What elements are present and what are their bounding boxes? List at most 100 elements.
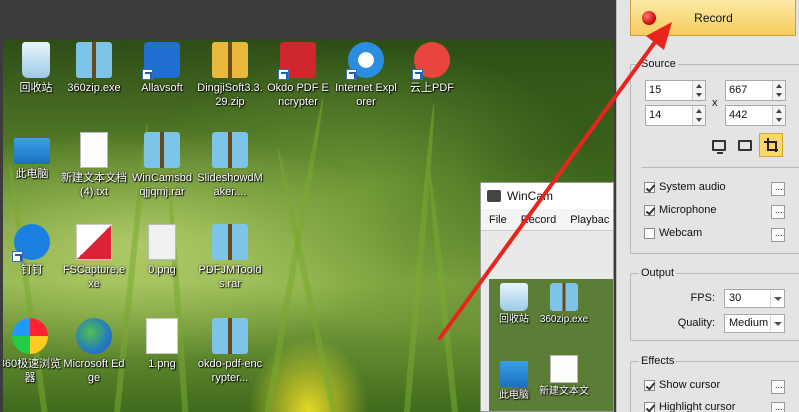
show-cursor-checkbox[interactable]: Show cursor bbox=[644, 379, 720, 391]
show-cursor-options-button[interactable] bbox=[771, 380, 785, 394]
shortcut-arrow-icon bbox=[278, 69, 289, 80]
fullscreen-source-button[interactable] bbox=[707, 133, 731, 157]
checkbox-checked-icon bbox=[644, 401, 655, 412]
desktop-icon-label: Okdo PDF Encrypter bbox=[267, 82, 329, 108]
360zip-icon bbox=[76, 42, 112, 78]
png-file-icon bbox=[146, 318, 178, 354]
nested-menu-bar: File Record Playbac bbox=[481, 209, 613, 231]
desktop-icon[interactable]: PDFJMToolds.rar bbox=[197, 224, 263, 291]
system-audio-checkbox[interactable]: System audio bbox=[644, 181, 726, 193]
record-button-label: Record bbox=[694, 10, 733, 25]
quality-value: Medium bbox=[729, 317, 769, 329]
system-audio-options-button[interactable] bbox=[771, 182, 785, 196]
desktop-icon[interactable]: 新建文本文档 (4).txt bbox=[61, 132, 127, 199]
webcam-options-button[interactable] bbox=[771, 228, 785, 242]
desktop-icon-label: 此电脑 bbox=[15, 168, 49, 180]
desktop-icon-label: 回收站 bbox=[19, 82, 53, 94]
360-browser-icon bbox=[12, 318, 48, 354]
source-width-input[interactable]: 667 bbox=[725, 80, 786, 101]
desktop-icon[interactable]: Internet Explorer bbox=[333, 42, 399, 109]
nested-title-bar: WinCam bbox=[481, 183, 613, 209]
desktop-icon[interactable]: Allavsoft bbox=[129, 42, 195, 95]
nested-capture-preview: 回收站 360zip.exe 此电脑 新建文本文 bbox=[489, 279, 613, 411]
desktop-icon[interactable]: FSCapture.exe bbox=[61, 224, 127, 291]
png-file-icon bbox=[148, 224, 176, 260]
desktop-icon[interactable]: DingjiSoft3.3.29.zip bbox=[197, 42, 263, 109]
nested-icon-label: 此电脑 bbox=[499, 390, 529, 401]
highlight-cursor-checkbox[interactable]: Highlight cursor bbox=[644, 401, 735, 412]
fps-select[interactable]: 30 bbox=[724, 289, 785, 308]
microphone-checkbox[interactable]: Microphone bbox=[644, 204, 716, 216]
record-button[interactable]: Record bbox=[630, 0, 796, 36]
nested-icon-label: 回收站 bbox=[499, 314, 529, 325]
window-source-button[interactable] bbox=[733, 133, 757, 157]
source-height-input[interactable]: 442 bbox=[725, 105, 786, 126]
edge-icon bbox=[76, 318, 112, 354]
recycle-bin-icon bbox=[500, 283, 528, 311]
desktop-icon[interactable]: 钉钉 bbox=[3, 224, 65, 277]
webcam-label: Webcam bbox=[659, 227, 703, 239]
shortcut-arrow-icon bbox=[412, 69, 423, 80]
recycle-bin-icon bbox=[22, 42, 50, 78]
effects-group: Effects Show cursor Highlight cursor bbox=[630, 355, 799, 412]
this-pc-icon bbox=[14, 138, 50, 164]
nested-menu-record: Record bbox=[520, 213, 557, 226]
desktop-icon[interactable]: 云上PDF bbox=[399, 42, 465, 95]
quality-label: Quality: bbox=[677, 317, 715, 329]
desktop-icon-label: SlideshowdMaker.... bbox=[197, 172, 263, 198]
effects-group-title: Effects bbox=[639, 355, 677, 368]
source-height-spinner[interactable] bbox=[772, 106, 785, 125]
rar-archive-icon bbox=[212, 318, 248, 354]
source-height-value: 442 bbox=[729, 109, 748, 121]
grass-blade bbox=[426, 173, 459, 412]
desktop-icon[interactable]: 360zip.exe bbox=[61, 42, 127, 95]
grass-blade bbox=[263, 96, 327, 412]
source-y-spinner[interactable] bbox=[692, 106, 705, 125]
desktop-icon-label: 360极速浏览器 bbox=[3, 358, 62, 384]
rar-archive-icon bbox=[212, 132, 248, 168]
highlight-cursor-label: Highlight cursor bbox=[659, 401, 736, 412]
rar-archive-icon bbox=[144, 132, 180, 168]
source-width-spinner[interactable] bbox=[772, 81, 785, 100]
checkbox-checked-icon bbox=[644, 181, 655, 193]
desktop-wallpaper: 回收站 360zip.exe Allavsoft DingjiSoft3.3.2… bbox=[3, 40, 614, 412]
source-y-input[interactable]: 14 bbox=[645, 105, 706, 126]
highlight-cursor-options-button[interactable] bbox=[771, 402, 785, 412]
desktop-icon[interactable]: 360极速浏览器 bbox=[3, 318, 63, 385]
desktop-icon[interactable]: SlideshowdMaker.... bbox=[197, 132, 263, 199]
source-x-input[interactable]: 15 bbox=[645, 80, 706, 101]
fscapture-icon bbox=[76, 224, 112, 260]
desktop-icon[interactable]: okdo-pdf-encrypter... bbox=[197, 318, 263, 385]
desktop-icon[interactable]: WinCamsbdqjjqmj.rar bbox=[129, 132, 195, 199]
microphone-label: Microphone bbox=[659, 204, 717, 216]
nested-wincam-window: WinCam File Record Playbac 回收站 360zip.ex… bbox=[480, 182, 614, 412]
quality-select[interactable]: Medium bbox=[724, 314, 785, 333]
capture-preview: 回收站 360zip.exe Allavsoft DingjiSoft3.3.2… bbox=[0, 0, 616, 412]
wincam-logo-icon bbox=[487, 190, 501, 202]
desktop-icon-label: Allavsoft bbox=[141, 82, 183, 94]
desktop-icon-label: 钉钉 bbox=[21, 264, 43, 276]
desktop-icon[interactable]: Okdo PDF Encrypter bbox=[265, 42, 331, 109]
grass-blade bbox=[403, 102, 437, 412]
checkbox-checked-icon bbox=[644, 204, 655, 216]
this-pc-icon bbox=[500, 361, 528, 387]
region-source-button[interactable] bbox=[759, 133, 783, 157]
webcam-checkbox[interactable]: Webcam bbox=[644, 227, 702, 239]
desktop-icon[interactable]: 0.png bbox=[129, 224, 195, 277]
desktop-icon-label: PDFJMToolds.rar bbox=[198, 264, 262, 290]
nested-title: WinCam bbox=[507, 189, 554, 203]
desktop-icon-label: Internet Explorer bbox=[335, 82, 397, 108]
microphone-options-button[interactable] bbox=[771, 205, 785, 219]
desktop-icon[interactable]: 1.png bbox=[129, 318, 195, 371]
desktop-icon-label: 云上PDF bbox=[410, 82, 454, 94]
show-cursor-label: Show cursor bbox=[659, 379, 721, 391]
desktop-icon[interactable]: 此电脑 bbox=[3, 132, 65, 181]
source-x-spinner[interactable] bbox=[692, 81, 705, 100]
desktop-icon[interactable]: 回收站 bbox=[3, 42, 69, 95]
shortcut-arrow-icon bbox=[142, 69, 153, 80]
checkbox-checked-icon bbox=[644, 379, 655, 391]
source-width-value: 667 bbox=[729, 84, 748, 96]
fps-value: 30 bbox=[729, 292, 742, 304]
desktop-icon[interactable]: Microsoft Edge bbox=[61, 318, 127, 385]
nested-icon-label: 360zip.exe bbox=[539, 314, 589, 325]
